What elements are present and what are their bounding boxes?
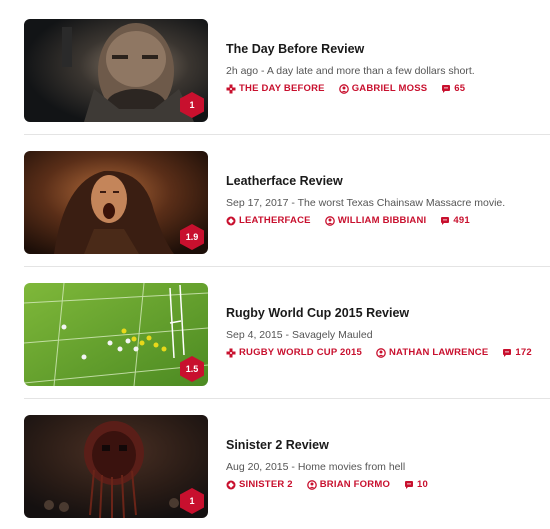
author-tag[interactable]: BRIAN FORMO [306,479,390,491]
comments-tag[interactable]: 65 [441,83,465,95]
comment-icon [503,349,512,357]
review-thumbnail[interactable]: 1.5 [24,283,208,386]
review-subtitle: Savagely Mauled [291,329,373,341]
score-badge: 1 [180,92,204,118]
score-badge: 1.9 [180,224,204,250]
comment-icon [405,481,414,489]
review-list: 1 The Day Before Review 2h ago - A day l… [0,0,550,529]
review-meta: RUGBY WORLD CUP 2015 NATHAN LAWRENCE 172 [226,347,542,359]
review-date: Sep 4, 2015 [226,329,283,341]
game-tag[interactable]: THE DAY BEFORE [226,83,325,95]
comments-tag[interactable]: 172 [502,347,532,359]
review-description: 2h ago - A day late and more than a few … [226,65,475,77]
review-date: 2h ago [226,65,259,77]
review-subtitle: A day late and more than a few dollars s… [266,65,475,77]
movie-tag[interactable]: SINISTER 2 [226,479,293,491]
review-item[interactable]: 1 Sinister 2 Review Aug 20, 2015 - Home … [0,399,550,529]
author-tag[interactable]: GABRIEL MOSS [338,83,428,95]
score-badge: 1 [180,488,204,514]
comments-tag[interactable]: 491 [440,215,470,227]
author-tag[interactable]: NATHAN LAWRENCE [376,347,488,359]
score-value: 1 [189,100,195,110]
review-description: Sep 4, 2015 - Savagely Mauled [226,329,373,341]
review-item[interactable]: 1.5 Rugby World Cup 2015 Review Sep 4, 2… [0,267,550,399]
review-title[interactable]: Sinister 2 Review [226,437,542,453]
user-icon [324,216,335,226]
review-item[interactable]: 1 The Day Before Review 2h ago - A day l… [0,3,550,135]
review-meta: THE DAY BEFORE GABRIEL MOSS 65 [226,83,542,95]
gamepad-icon [226,348,236,358]
review-meta: LEATHERFACE WILLIAM BIBBIANI 491 [226,215,542,227]
review-date: Sep 17, 2017 [226,197,289,209]
score-badge: 1.5 [180,356,204,382]
score-value: 1.9 [185,232,199,242]
review-thumbnail[interactable]: 1.9 [24,151,208,254]
review-subtitle: Home movies from hell [297,461,406,473]
review-description: Aug 20, 2015 - Home movies from hell [226,461,406,473]
comment-icon [442,85,451,93]
review-description: Sep 17, 2017 - The worst Texas Chainsaw … [226,197,506,209]
author-tag[interactable]: WILLIAM BIBBIANI [324,215,427,227]
user-icon [376,348,386,358]
review-title[interactable]: Leatherface Review [226,173,542,189]
film-tag-icon [226,216,236,226]
score-value: 1 [189,496,195,506]
gamepad-icon [226,84,236,94]
review-subtitle: The worst Texas Chainsaw Massacre movie. [297,197,506,209]
review-thumbnail[interactable]: 1 [24,19,208,122]
review-thumbnail[interactable]: 1 [24,415,208,518]
comments-tag[interactable]: 10 [404,479,428,491]
user-icon [338,84,349,94]
review-date: Aug 20, 2015 [226,461,289,473]
review-title[interactable]: Rugby World Cup 2015 Review [226,305,542,321]
review-meta: SINISTER 2 BRIAN FORMO 10 [226,479,542,491]
score-value: 1.5 [185,364,199,374]
film-tag-icon [226,480,236,490]
user-icon [306,480,317,490]
comment-icon [441,217,450,225]
review-item[interactable]: 1.9 Leatherface Review Sep 17, 2017 - Th… [0,135,550,267]
movie-tag[interactable]: LEATHERFACE [226,215,311,227]
review-title[interactable]: The Day Before Review [226,41,542,57]
game-tag[interactable]: RUGBY WORLD CUP 2015 [226,347,362,359]
